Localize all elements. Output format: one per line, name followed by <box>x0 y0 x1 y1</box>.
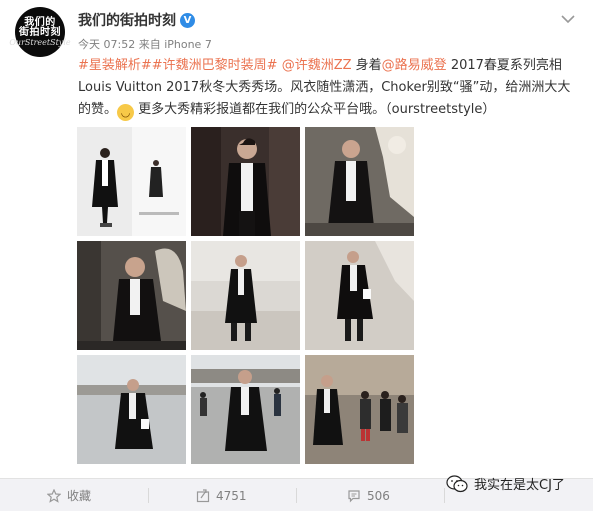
favorite-button[interactable]: 收藏 <box>47 479 91 511</box>
comment-count: 506 <box>367 488 390 503</box>
watermark-text: 我实在是太CJ了 <box>474 478 565 493</box>
post-text: 更多大秀精彩报道都在我们的公众平台哦。（ourstreetstyle） <box>134 102 496 117</box>
avatar-title-line1: 我们的 <box>24 16 56 28</box>
post-time[interactable]: 今天 07:52 <box>78 38 135 51</box>
photo-8[interactable] <box>191 355 300 464</box>
post-text: 身着 <box>351 58 382 73</box>
post-meta: 今天 07:52 来自 iPhone 7 <box>78 36 212 52</box>
account-name-row: 我们的街拍时刻 V <box>78 10 195 30</box>
divider <box>148 488 149 503</box>
smile-emoji-icon: ◡ <box>117 104 135 121</box>
post-source: 来自 iPhone 7 <box>138 38 212 51</box>
divider <box>296 488 297 503</box>
photo-3[interactable] <box>305 127 414 236</box>
photo-1[interactable] <box>77 127 186 236</box>
photo-9[interactable] <box>305 355 414 464</box>
photo-grid <box>77 127 415 467</box>
repost-icon <box>196 488 210 502</box>
verified-icon: V <box>180 12 195 28</box>
avatar[interactable]: 我们的 街拍时刻 OurStreetStyle <box>9 7 71 57</box>
photo-6[interactable] <box>305 241 414 350</box>
repost-button[interactable]: 4751 <box>196 479 247 511</box>
avatar-subtitle: OurStreetStyle <box>9 37 71 47</box>
comment-icon <box>348 489 360 502</box>
avatar-title-line2: 街拍时刻 <box>19 26 61 38</box>
favorite-label: 收藏 <box>67 489 92 503</box>
hashtag-link[interactable]: #星装解析##许魏洲巴黎时装周# <box>78 58 278 73</box>
comment-button[interactable]: 506 <box>347 479 390 511</box>
watermark: 我实在是太CJ了 <box>446 474 565 493</box>
star-icon <box>47 488 61 503</box>
divider <box>444 488 445 503</box>
photo-4[interactable] <box>77 241 186 350</box>
photo-7[interactable] <box>77 355 186 464</box>
repost-count: 4751 <box>216 488 247 503</box>
photo-5[interactable] <box>191 241 300 350</box>
photo-2[interactable] <box>191 127 300 236</box>
chevron-down-icon[interactable] <box>561 10 575 24</box>
hashtag-link[interactable]: @许魏洲ZZ <box>282 58 352 73</box>
post-content: #星装解析##许魏洲巴黎时装周# @许魏洲ZZ 身着@路易威登 2017春夏系列… <box>78 55 583 121</box>
account-name[interactable]: 我们的街拍时刻 <box>78 10 176 30</box>
wechat-icon <box>446 474 468 492</box>
hashtag-link[interactable]: @路易威登 <box>382 58 447 73</box>
